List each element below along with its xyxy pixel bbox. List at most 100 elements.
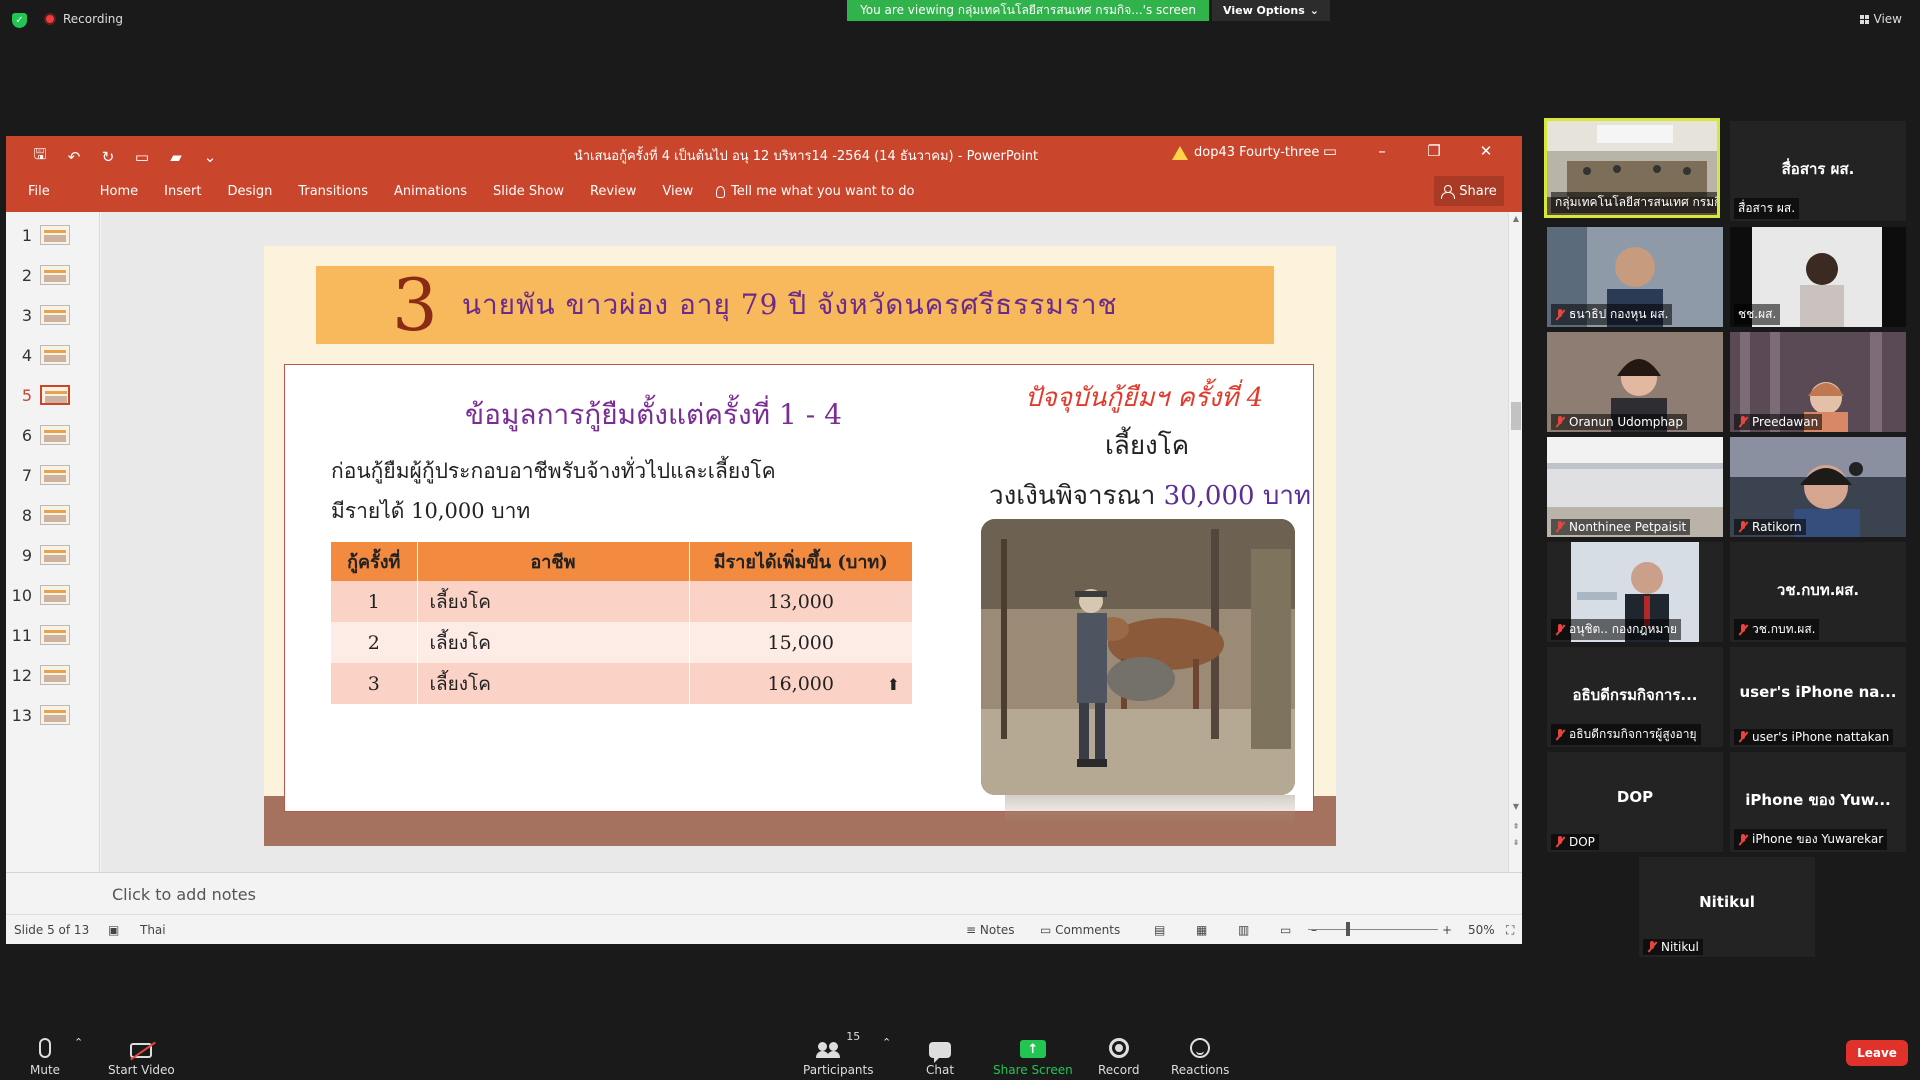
tab-slide-show[interactable]: Slide Show <box>493 184 564 199</box>
slide-thumbnail[interactable]: 2 <box>6 258 100 292</box>
scroll-thumb[interactable] <box>1511 402 1521 430</box>
slide-thumbnail[interactable]: 11 <box>6 618 100 652</box>
previous-slide-icon[interactable]: ⇞ <box>1509 822 1523 831</box>
share-button[interactable]: Share <box>1434 176 1504 206</box>
participant-tile-name[interactable]: วช.กบท.ผส. วช.กบท.ผส. <box>1730 542 1906 642</box>
view-button[interactable]: View <box>1859 12 1902 26</box>
reactions-button[interactable]: Reactions <box>1171 1030 1229 1077</box>
participant-tile-name[interactable]: DOP DOP <box>1547 752 1723 852</box>
participant-tile-name[interactable]: สื่อสาร ผส. สื่อสาร ผส. <box>1730 121 1906 221</box>
table-cell: เลี้ยงโค <box>417 581 690 622</box>
participant-tile-video[interactable]: ธนาธิป กองหุน ผส. <box>1547 227 1723 327</box>
slide-thumbnail[interactable]: 6 <box>6 418 100 452</box>
slide-number: 12 <box>11 665 32 685</box>
record-button[interactable]: Record <box>1098 1030 1139 1077</box>
tell-me-box[interactable]: Tell me what you want to do <box>716 184 914 199</box>
participant-tile-video[interactable]: Preedawan <box>1730 332 1906 432</box>
reading-view-icon[interactable]: ▥ <box>1238 923 1249 937</box>
vertical-scrollbar[interactable]: ▲ ▼ ⇞ ⇟ <box>1508 212 1522 872</box>
slide-thumbnail[interactable]: 3 <box>6 298 100 332</box>
zoom-out-icon[interactable]: – <box>1311 923 1317 937</box>
participant-tile-name[interactable]: iPhone ของ Yuw... iPhone ของ Yuwarekar <box>1730 752 1906 852</box>
spell-check-icon[interactable]: ▣ <box>108 923 119 937</box>
participant-tile-name[interactable]: Nitikul Nitikul <box>1639 857 1815 957</box>
restore-icon[interactable]: ❐ <box>1408 142 1460 160</box>
slideshow-view-icon[interactable]: ▭ <box>1280 923 1291 937</box>
participant-name: iPhone ของ Yuwarekar <box>1734 829 1888 850</box>
tab-review[interactable]: Review <box>590 184 636 199</box>
table-cell: 2 <box>331 622 418 663</box>
chat-button[interactable]: Chat <box>926 1030 954 1077</box>
tab-transitions[interactable]: Transitions <box>298 184 368 199</box>
slide-sorter-icon[interactable]: ▦ <box>1196 923 1207 937</box>
slide-thumbnail[interactable]: 4 <box>6 338 100 372</box>
comments-button[interactable]: ▭ Comments <box>1040 923 1120 937</box>
zoom-level[interactable]: 50% <box>1468 923 1495 937</box>
next-slide-icon[interactable]: ⇟ <box>1509 838 1523 847</box>
participant-tile-video[interactable]: Oranun Udomphap <box>1547 332 1723 432</box>
tab-view[interactable]: View <box>662 184 693 199</box>
redo-icon[interactable]: ↻ <box>98 148 118 166</box>
notes-pane[interactable]: Click to add notes <box>6 872 1522 914</box>
fit-slide-icon[interactable]: ⛶ <box>1506 923 1514 938</box>
recording-indicator[interactable]: Recording <box>44 12 123 26</box>
mute-button[interactable]: Mute <box>30 1030 60 1077</box>
slide-thumbnail[interactable]: 13 <box>6 698 100 732</box>
slide-thumbnail[interactable]: 9 <box>6 538 100 572</box>
save-icon[interactable]: 🖫 <box>30 144 50 169</box>
view-options-button[interactable]: View Options ⌄ <box>1212 0 1330 21</box>
slide-thumbnail[interactable]: 8 <box>6 498 100 532</box>
tab-file[interactable]: File <box>28 184 50 199</box>
participant-tile-video[interactable]: Nonthinee Petpaisit <box>1547 437 1723 537</box>
slide-canvas[interactable]: 3 นายพัน ขาวผ่อง อายุ 79 ปี จังหวัดนครศร… <box>264 246 1336 846</box>
slide-thumbnail[interactable]: 7 <box>6 458 100 492</box>
recording-label: Recording <box>63 12 124 26</box>
open-icon[interactable]: ▰ <box>166 148 186 166</box>
menu-bar: File Home Insert Design Transitions Anim… <box>28 184 719 199</box>
notes-button[interactable]: ≡ Notes <box>966 923 1015 937</box>
start-from-beginning-icon[interactable]: ▭ <box>132 148 152 166</box>
normal-view-icon[interactable]: ▤ <box>1154 923 1165 937</box>
zoom-in-icon[interactable]: + <box>1442 923 1452 937</box>
close-icon[interactable]: ✕ <box>1460 142 1512 160</box>
share-screen-icon: ↑ <box>1019 1040 1046 1058</box>
slide-thumbnail[interactable]: 1 <box>6 218 100 252</box>
participant-name: Ratikorn <box>1734 519 1806 535</box>
participant-tile-video[interactable]: อนุชิต.. กองกฎหมาย <box>1547 542 1723 642</box>
scroll-up-icon[interactable]: ▲ <box>1509 214 1523 223</box>
zoom-slider[interactable] <box>1308 929 1438 930</box>
leave-button[interactable]: Leave <box>1846 1040 1908 1066</box>
zoom-slider-knob[interactable] <box>1346 922 1350 936</box>
language-label[interactable]: Thai <box>140 923 166 937</box>
case-number: 3 <box>392 263 438 347</box>
audio-options-caret-icon[interactable]: ⌃ <box>74 1036 83 1049</box>
participant-tile-video[interactable]: กลุ่มเทคโนโลยีสารสนเทศ กรมกิจ... <box>1544 118 1720 218</box>
participant-tile-name[interactable]: อธิบดีกรมกิจการ... อธิบดีกรมกิจการผู้สูง… <box>1547 647 1723 747</box>
share-label: Share <box>1459 183 1497 199</box>
tab-animations[interactable]: Animations <box>394 184 467 199</box>
ribbon-display-icon[interactable]: ▭ <box>1304 142 1356 160</box>
participants-button[interactable]: 15 Participants <box>803 1030 874 1077</box>
minimize-icon[interactable]: – <box>1356 142 1408 160</box>
tab-home[interactable]: Home <box>100 184 138 199</box>
participant-tile-video[interactable]: Ratikorn <box>1730 437 1906 537</box>
customize-qa-icon[interactable]: ⌄ <box>200 148 220 166</box>
tab-design[interactable]: Design <box>227 184 272 199</box>
slide-thumbnail-active[interactable]: 5 <box>6 378 100 412</box>
participant-display-name: DOP <box>1616 788 1654 806</box>
start-video-button[interactable]: Start Video <box>108 1030 175 1077</box>
slide-thumbnail[interactable]: 12 <box>6 658 100 692</box>
tab-insert[interactable]: Insert <box>164 184 201 199</box>
participant-tile-video[interactable]: ชช.ผส. <box>1730 227 1906 327</box>
undo-icon[interactable]: ↶ <box>64 148 84 166</box>
slide-thumbnail[interactable]: 10 <box>6 578 100 612</box>
scroll-down-icon[interactable]: ▼ <box>1509 802 1523 811</box>
slide-mini <box>40 625 70 645</box>
table-cell-value: 16,000 <box>767 672 834 695</box>
share-screen-button[interactable]: ↑ Share Screen <box>993 1030 1073 1077</box>
account-user[interactable]: dop43 Fourty-three <box>1172 145 1319 160</box>
participant-name-text: กลุ่มเทคโนโลยีสารสนเทศ กรมกิจ... <box>1555 195 1720 209</box>
participant-tile-name[interactable]: user's iPhone na... user's iPhone nattak… <box>1730 647 1906 747</box>
participants-options-caret-icon[interactable]: ⌃ <box>882 1036 891 1049</box>
shield-icon[interactable]: ✓ <box>12 13 27 28</box>
